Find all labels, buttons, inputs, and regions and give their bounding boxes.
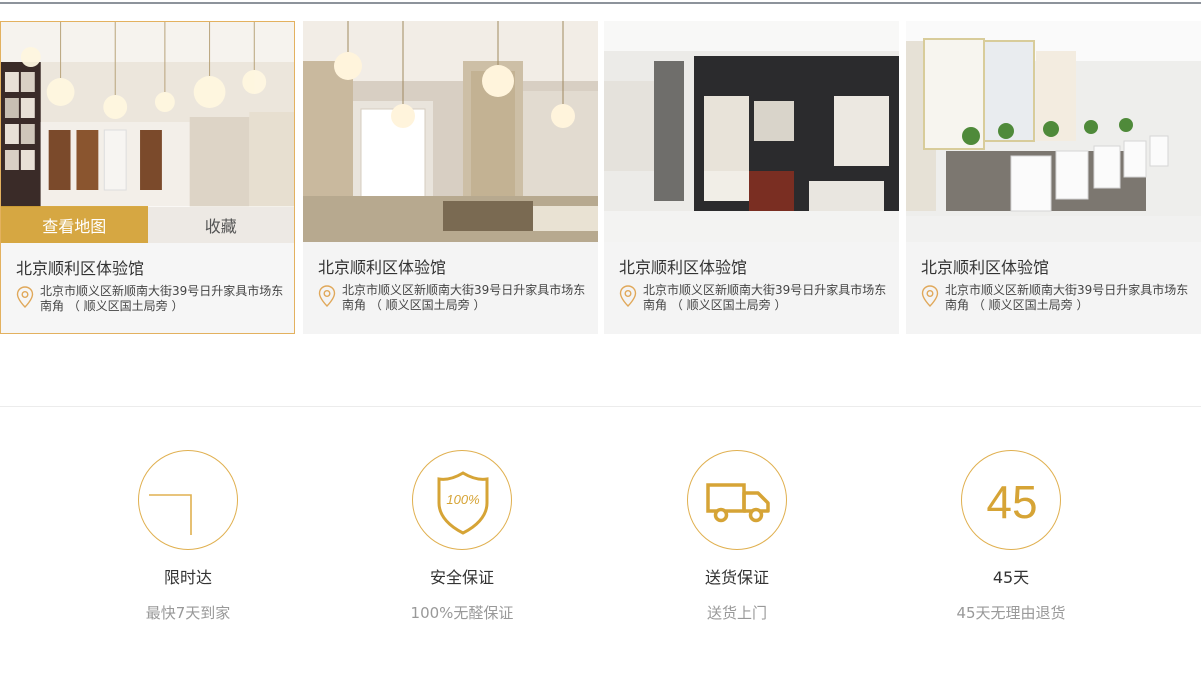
showroom-card[interactable]: 查看地图 收藏 北京顺利区体验馆 北京市顺义区新顺南大街39号日升家具市场东南角… — [0, 21, 295, 334]
view-map-button[interactable]: 查看地图 — [1, 206, 148, 243]
showroom-photo[interactable] — [303, 21, 598, 242]
showroom-photo[interactable]: 查看地图 收藏 — [1, 22, 294, 243]
location-pin-icon — [318, 285, 336, 307]
feature-title: 送货保证 — [704, 568, 769, 587]
feature-subtitle: 45天无理由退货 — [956, 604, 1066, 622]
feature-subtitle: 100%无醛保证 — [410, 604, 514, 622]
location-pin-icon — [921, 285, 939, 307]
shield-badge-text: 100% — [446, 492, 479, 507]
section-divider — [0, 406, 1201, 407]
feature-title: 限时达 — [163, 568, 212, 587]
feature-title: 安全保证 — [429, 568, 494, 587]
clock-icon — [138, 450, 238, 550]
favorite-button[interactable]: 收藏 — [147, 206, 294, 243]
showroom-card[interactable]: 北京顺利区体验馆 北京市顺义区新顺南大街39号日升家具市场东南角 （ 顺义区国土… — [303, 21, 598, 334]
address-text: 北京市顺义区新顺南大街39号日升家具市场东南角 （ 顺义区国土局旁 ） — [40, 284, 284, 313]
address-text: 北京市顺义区新顺南大街39号日升家具市场东南角 （ 顺义区国土局旁 ） — [342, 283, 586, 312]
feature-title: 45天 — [992, 568, 1030, 587]
showroom-card[interactable]: 北京顺利区体验馆 北京市顺义区新顺南大街39号日升家具市场东南角 （ 顺义区国土… — [604, 21, 899, 334]
feature-return: 45 45天 45天无理由退货 — [911, 450, 1111, 623]
feature-subtitle: 最快7天到家 — [145, 604, 231, 622]
showroom-title[interactable]: 北京顺利区体验馆 — [619, 254, 747, 278]
location-pin-icon — [16, 286, 34, 308]
feature-delivery: 送货保证 送货上门 — [637, 450, 837, 623]
feature-safety: 100% 安全保证 100%无醛保证 — [362, 450, 562, 623]
feature-fast-delivery: 限时达 最快7天到家 — [88, 450, 288, 623]
address-text: 北京市顺义区新顺南大街39号日升家具市场东南角 （ 顺义区国土局旁 ） — [643, 283, 887, 312]
showroom-list: 查看地图 收藏 北京顺利区体验馆 北京市顺义区新顺南大街39号日升家具市场东南角… — [0, 21, 1201, 334]
feature-subtitle: 送货上门 — [706, 604, 767, 622]
showroom-card[interactable]: 北京顺利区体验馆 北京市顺义区新顺南大街39号日升家具市场东南角 （ 顺义区国土… — [906, 21, 1201, 334]
truck-icon — [687, 450, 787, 550]
top-divider — [0, 2, 1201, 4]
location-pin-icon — [619, 285, 637, 307]
showroom-title[interactable]: 北京顺利区体验馆 — [921, 254, 1049, 278]
badge-number: 45 — [986, 476, 1037, 528]
shield-100-icon: 100% — [412, 450, 512, 550]
number-45-icon: 45 — [961, 450, 1061, 550]
address-text: 北京市顺义区新顺南大街39号日升家具市场东南角 （ 顺义区国土局旁 ） — [945, 283, 1189, 312]
showroom-title[interactable]: 北京顺利区体验馆 — [318, 254, 446, 278]
showroom-photo[interactable] — [906, 21, 1201, 242]
showroom-photo[interactable] — [604, 21, 899, 242]
showroom-title[interactable]: 北京顺利区体验馆 — [16, 255, 144, 279]
photo-overlay: 查看地图 收藏 — [1, 206, 294, 243]
